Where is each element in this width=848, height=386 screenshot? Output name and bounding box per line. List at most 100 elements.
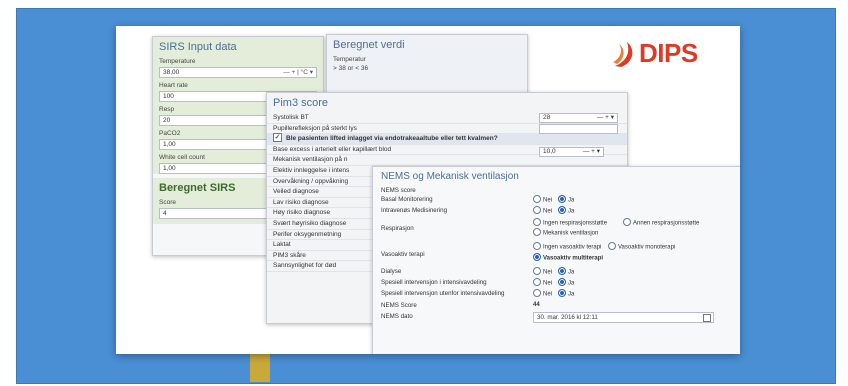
dialyse-label: Dialyse [381, 268, 402, 275]
option-label: Vasoaktiv monoterapi [618, 244, 676, 251]
radio-icon[interactable] [608, 242, 616, 250]
pim3-title: Pim3 score [273, 97, 329, 109]
radio-selected-icon[interactable] [558, 195, 566, 203]
option-label: Vasoaktiv multiterapi [543, 255, 604, 262]
option-label: Ja [568, 280, 575, 287]
option-label: Ja [568, 291, 575, 298]
radio-icon[interactable] [533, 267, 541, 275]
mekanisk-ventilasjon-option[interactable]: Mekanisk ventilasjon [533, 228, 599, 237]
beregnet-verdi-title: Beregnet verdi [333, 39, 405, 51]
pim3-row-label: Overvåkning / oppvåkning [273, 177, 349, 185]
checkbox-checked-icon[interactable]: ✓ [273, 133, 282, 143]
pim3-row-label: Pupillerefleksjon på sterkt lys [273, 124, 357, 132]
option-label: Ja [568, 197, 575, 204]
pupil-reflex-field[interactable] [539, 124, 618, 134]
pim3-row-label: Systolisk BT [273, 114, 309, 121]
option-label: Nei [543, 280, 553, 287]
nems-title: NEMS og Mekanisk ventilasjon [381, 171, 519, 182]
intervensjon-intensiv-nei-option[interactable]: Nei [533, 278, 553, 287]
nems-dato-label: NEMS dato [381, 313, 413, 320]
vasoaktiv-terapi-label: Vasoaktiv terapi [381, 251, 425, 258]
pim3-row-label: Sannsynlighet for død [273, 262, 337, 270]
nems-score-value: 44 [533, 302, 540, 308]
dips-logo-text: DIPS [639, 38, 698, 68]
radio-icon[interactable] [533, 195, 541, 203]
radio-icon[interactable] [533, 289, 541, 297]
paco2-value: 1,00 [163, 141, 176, 148]
nems-score-label: NEMS Score [381, 302, 417, 309]
nems-dato-value: 30. mar. 2016 kl 12:11 [537, 314, 598, 321]
pim3-row-label: Laktat [273, 241, 291, 249]
radio-selected-icon[interactable] [558, 206, 566, 214]
pim3-row-label: Veiled diagnose [273, 188, 319, 196]
vasoaktiv-multiterapi-option[interactable]: Vasoaktiv multiterapi [533, 253, 604, 262]
radio-selected-icon[interactable] [558, 289, 566, 297]
systolic-bp-controls[interactable]: — + ▾ [597, 114, 614, 122]
radio-icon[interactable] [533, 228, 541, 236]
heart-rate-value: 100 [163, 93, 174, 100]
pim3-row-label: Base excess i arterielt eller kapillært … [273, 145, 392, 153]
intervensjon-utenfor-nei-option[interactable]: Nei [533, 289, 553, 298]
ingen-vasoaktiv-option[interactable]: Ingen vasoaktiv terapi [533, 242, 601, 251]
temperature-label: Temperature [159, 58, 196, 65]
temperature-field[interactable]: 38,00 — + | °C ▾ [159, 67, 317, 78]
nems-dato-field[interactable]: 30. mar. 2016 kl 12:11 [533, 312, 714, 323]
base-excess-field[interactable]: 10,0 — + ▾ [539, 147, 604, 157]
radio-icon[interactable] [533, 218, 541, 226]
score-value: 4 [163, 210, 167, 217]
temperature-value: 38,00 [163, 69, 180, 76]
iv-nei-option[interactable]: Nei [533, 206, 552, 215]
radio-icon[interactable] [533, 206, 541, 214]
pim3-row-label: Mekanisk ventilasjon på n [273, 156, 348, 164]
nems-score-header: NEMS score [381, 187, 416, 194]
dialyse-nei-option[interactable]: Nei [533, 267, 553, 276]
option-label: Ja [568, 269, 575, 276]
intervensjon-utenfor-ja-option[interactable]: Ja [558, 289, 575, 298]
dialyse-ja-option[interactable]: Ja [558, 267, 575, 276]
nems-window: NEMS og Mekanisk ventilasjon NEMS score … [372, 166, 740, 354]
dips-logo: DIPS [611, 38, 698, 69]
iv-ja-option[interactable]: Ja [558, 206, 575, 215]
pim3-row-label: Ble pasienten lifted inlagget via endotr… [286, 135, 498, 143]
radio-icon[interactable] [623, 218, 631, 226]
option-label: Ja [568, 208, 575, 215]
resp-value: 20 [163, 117, 171, 124]
radio-selected-icon[interactable] [558, 267, 566, 275]
base-excess-controls[interactable]: — + ▾ [583, 148, 600, 156]
sirs-title: SIRS Input data [159, 41, 237, 53]
ingen-respirasjonsstotte-option[interactable]: Ingen respirasjonsstøtte [533, 218, 608, 227]
beregnet-temperature-label: Temperatur [333, 56, 366, 63]
heart-rate-label: Heart rate [159, 82, 188, 89]
basal-nei-option[interactable]: Nei [533, 195, 552, 204]
iv-medisinering-label: Intravenøs Medisinering [381, 207, 448, 214]
temperature-controls[interactable]: — + | °C ▾ [283, 68, 313, 77]
respirasjon-label: Respirasjon [381, 225, 414, 232]
pim3-row-checkbox[interactable]: ✓ Ble pasienten lifted inlagget via endot… [267, 133, 627, 145]
intervensjon-intensiv-label: Spesiell intervensjon i intensivavdeling [381, 279, 487, 286]
white-cell-value: 1,00 [163, 165, 176, 172]
dips-swoosh-icon [611, 40, 637, 68]
basal-monitorering-label: Basal Monitorering [381, 196, 433, 203]
radio-icon[interactable] [533, 242, 541, 250]
pim3-row-label: Lav risiko diagnose [273, 198, 329, 206]
vasoaktiv-monoterapi-option[interactable]: Vasoaktiv monoterapi [608, 242, 676, 251]
basal-ja-option[interactable]: Ja [558, 195, 575, 204]
option-label: Annen respirasjonsstøtte [633, 220, 700, 227]
option-label: Nei [543, 291, 553, 298]
stand-stem [250, 352, 270, 382]
pim3-row-label: Elektiv innleggelse i intens [273, 166, 350, 174]
option-label: Mekanisk ventilasjon [543, 230, 599, 237]
base-excess-value: 10,0 [543, 148, 556, 155]
intervensjon-utenfor-label: Spesiell intervensjon utenfor intensivav… [381, 290, 505, 297]
radio-selected-icon[interactable] [558, 278, 566, 286]
pim3-row-label: Perifer oksygenmetning [273, 230, 342, 238]
radio-selected-icon[interactable] [533, 253, 541, 261]
pim3-row-label: Svært høyrisiko diagnose [273, 219, 347, 227]
radio-icon[interactable] [533, 278, 541, 286]
option-label: Nei [543, 269, 553, 276]
annen-respirasjonsstotte-option[interactable]: Annen respirasjonsstøtte [623, 218, 700, 227]
intervensjon-intensiv-ja-option[interactable]: Ja [558, 278, 575, 287]
calendar-icon[interactable] [703, 314, 711, 322]
systolic-bp-field[interactable]: 28 — + ▾ [539, 113, 618, 123]
option-label: Ingen respirasjonsstøtte [543, 220, 608, 227]
